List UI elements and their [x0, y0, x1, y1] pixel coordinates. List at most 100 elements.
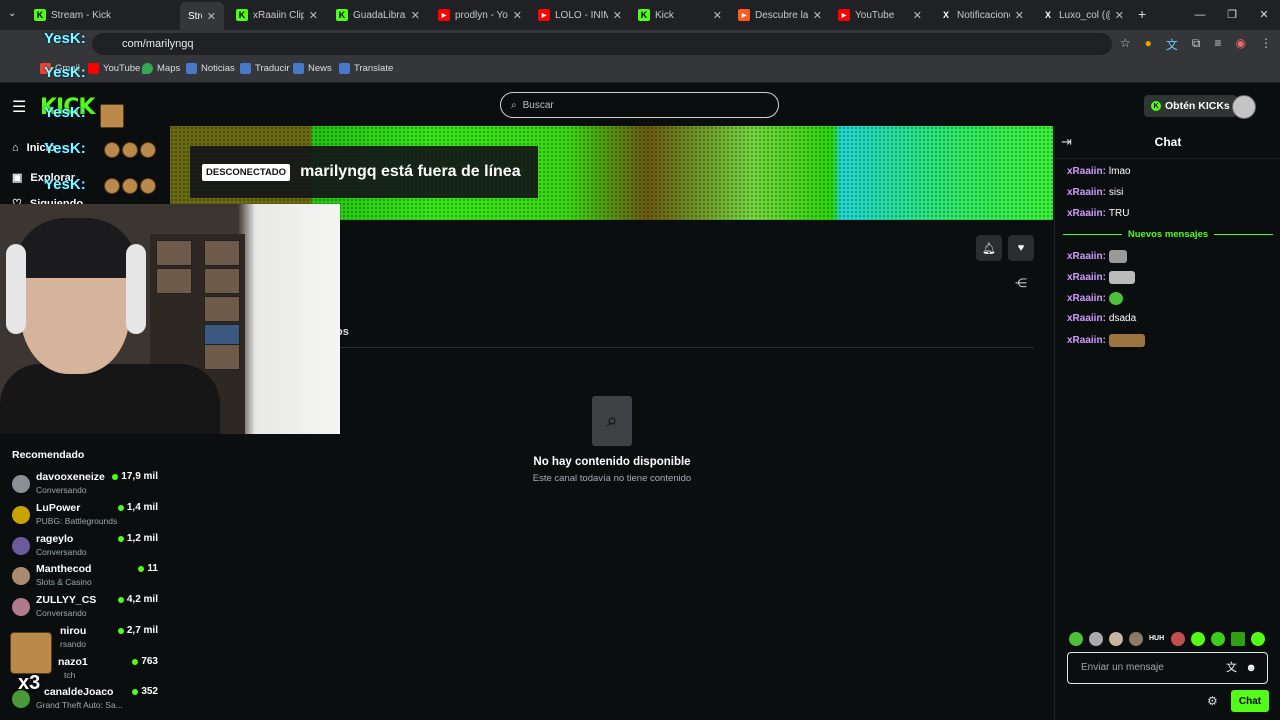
tab-close-icon[interactable]: ✕ — [713, 9, 722, 22]
tab-close-icon[interactable]: ✕ — [309, 9, 318, 22]
tab-title: Luxo_col (@lu — [1059, 9, 1110, 21]
chat-username[interactable]: xRaaiin: — [1067, 272, 1106, 283]
address-bar[interactable]: com/marilyngq — [92, 33, 1112, 55]
emote-icon[interactable] — [1109, 632, 1123, 646]
browser-tab[interactable]: ▶ prodlyn - YouT ✕ — [430, 4, 530, 26]
window-controls: — ❐ ✕ — [1184, 0, 1280, 30]
bookmark-traducir[interactable]: Traducir — [240, 63, 290, 74]
viewer-count: 2,7 mil — [117, 625, 158, 636]
chat-text: lmao — [1108, 166, 1131, 177]
minimize-icon[interactable]: — — [1184, 0, 1216, 30]
tab-close-icon[interactable]: ✕ — [513, 9, 522, 22]
poster — [156, 240, 192, 266]
emote-icon[interactable] — [1211, 632, 1225, 646]
kick-favicon-icon: K — [34, 9, 46, 21]
tab-close-icon[interactable]: ✕ — [207, 10, 216, 23]
emote-icon[interactable] — [1069, 632, 1083, 646]
notifications-bell-button[interactable]: 🔔︎ — [976, 235, 1002, 261]
bookmark-youtube[interactable]: YouTube — [88, 63, 140, 74]
channel-category: Conversando — [36, 485, 87, 495]
emoji-picker-icon[interactable]: ☻ — [1245, 653, 1257, 683]
bookmark-news[interactable]: News — [293, 63, 332, 74]
tab-close-icon[interactable]: ✕ — [813, 9, 822, 22]
recommended-channel[interactable]: rageylo Conversando 1,2 mil — [12, 533, 162, 561]
tab-close-icon[interactable]: ✕ — [1115, 9, 1124, 22]
emote-icon[interactable] — [1231, 632, 1245, 646]
emote-overlay-text: YesK: — [44, 104, 86, 121]
browser-tab[interactable]: X Luxo_col (@lu ✕ — [1034, 4, 1132, 26]
poster — [204, 344, 240, 370]
emote-icon[interactable] — [1171, 632, 1185, 646]
browser-tab-active[interactable]: Strea ✕ — [180, 2, 224, 30]
live-dot-icon — [112, 473, 119, 480]
bookmark-translate[interactable]: Translate — [339, 63, 393, 74]
chat-username[interactable]: xRaaiin: — [1067, 293, 1106, 304]
translate-icon[interactable]: 文 — [1226, 653, 1237, 683]
tab-close-icon[interactable]: ✕ — [411, 9, 420, 22]
get-kicks-label: Obtén KICKs — [1165, 100, 1230, 112]
emote-huh[interactable]: HUH — [1149, 632, 1165, 646]
emote-icon[interactable] — [1251, 632, 1265, 646]
poster — [204, 240, 240, 266]
chat-message-input[interactable]: Enviar un mensaje 文 ☻ — [1067, 652, 1268, 684]
maximize-icon[interactable]: ❐ — [1216, 0, 1248, 30]
recommended-channel[interactable]: LuPower PUBG: Battlegrounds 1,4 mil — [12, 502, 162, 530]
share-icon[interactable]: ⋲ — [1015, 276, 1027, 290]
recommended-channel[interactable]: davooxeneize Conversando 17,9 mil — [12, 471, 162, 499]
get-kicks-button[interactable]: K Obtén KICKs — [1144, 95, 1237, 117]
news-icon — [293, 63, 304, 74]
emote-icon — [140, 142, 156, 158]
bookmarks-bar: Gmail YouTube Maps Noticias Traducir New… — [0, 58, 1280, 83]
search-input[interactable]: ⌕ Buscar — [500, 92, 779, 118]
user-avatar[interactable] — [1232, 95, 1256, 119]
tab-close-icon[interactable]: ✕ — [913, 9, 922, 22]
media-control-icon[interactable]: ≡ — [1215, 36, 1222, 53]
menu-kebab-icon[interactable]: ⋮ — [1260, 36, 1272, 53]
chat-username[interactable]: xRaaiin: — [1067, 208, 1106, 219]
live-dot-icon — [117, 504, 124, 511]
browser-tab[interactable]: K GuadaLibrandi ✕ — [328, 4, 428, 26]
bookmark-maps[interactable]: Maps — [142, 63, 180, 74]
extension-icon[interactable]: ● — [1145, 36, 1152, 53]
close-window-icon[interactable]: ✕ — [1248, 0, 1280, 30]
chat-settings-gear-icon[interactable]: ⚙ — [1207, 694, 1218, 708]
extensions-puzzle-icon[interactable]: ⧉ — [1192, 36, 1201, 53]
tab-search-chevron-icon[interactable]: ⌄ — [8, 8, 16, 19]
chat-username[interactable]: xRaaiin: — [1067, 335, 1106, 346]
orange-favicon-icon: ▶ — [738, 9, 750, 21]
bookmark-label: Translate — [354, 63, 394, 74]
browser-tab[interactable]: X Notificaciones ✕ — [932, 4, 1032, 26]
profile-avatar-icon[interactable]: ◉ — [1236, 36, 1246, 53]
viewer-count-text: 763 — [141, 656, 158, 667]
emote-icon[interactable] — [1191, 632, 1205, 646]
channel-avatar — [12, 475, 30, 493]
tab-close-icon[interactable]: ✕ — [613, 9, 622, 22]
chat-username[interactable]: xRaaiin: — [1067, 251, 1106, 262]
browser-tab[interactable]: K xRaaiin Clips - ✕ — [228, 4, 326, 26]
viewer-count-text: 4,2 mil — [126, 594, 158, 605]
channel-name: nazo1 — [58, 656, 88, 668]
bookmark-star-icon[interactable]: ☆ — [1120, 36, 1131, 53]
new-tab-button[interactable]: + — [1138, 6, 1146, 22]
follow-heart-button[interactable]: ♥ — [1008, 235, 1034, 261]
new-messages-divider: Nuevos mensajes — [1063, 229, 1274, 240]
emote-icon[interactable] — [1089, 632, 1103, 646]
chat-username[interactable]: xRaaiin: — [1067, 166, 1106, 177]
emote-icon[interactable] — [1129, 632, 1143, 646]
chat-username[interactable]: xRaaiin: — [1067, 313, 1106, 324]
browser-tab[interactable]: K Kick ✕ — [630, 4, 730, 26]
chat-username[interactable]: xRaaiin: — [1067, 187, 1106, 198]
browser-tab[interactable]: ▶ Descubre las c ✕ — [730, 4, 830, 26]
bookmark-noticias[interactable]: Noticias — [186, 63, 235, 74]
tab-title: Stream - Kick — [51, 9, 112, 21]
chat-send-button[interactable]: Chat — [1231, 690, 1269, 712]
channel-name: davooxeneize — [36, 471, 105, 483]
browser-tab[interactable]: K Stream - Kick ✕ — [26, 4, 202, 26]
recommended-channel[interactable]: ZULLYY_CS Conversando 4,2 mil — [12, 594, 162, 622]
tab-close-icon[interactable]: ✕ — [1015, 9, 1024, 22]
translate-icon[interactable]: 文 — [1166, 36, 1178, 53]
hamburger-menu-icon[interactable]: ☰ — [12, 97, 26, 117]
browser-tab[interactable]: ▶ LOLO - INIMU ✕ — [530, 4, 630, 26]
recommended-channel[interactable]: Manthecod Slots & Casino 11 — [12, 563, 162, 591]
browser-tab[interactable]: ▶ YouTube ✕ — [830, 4, 930, 26]
